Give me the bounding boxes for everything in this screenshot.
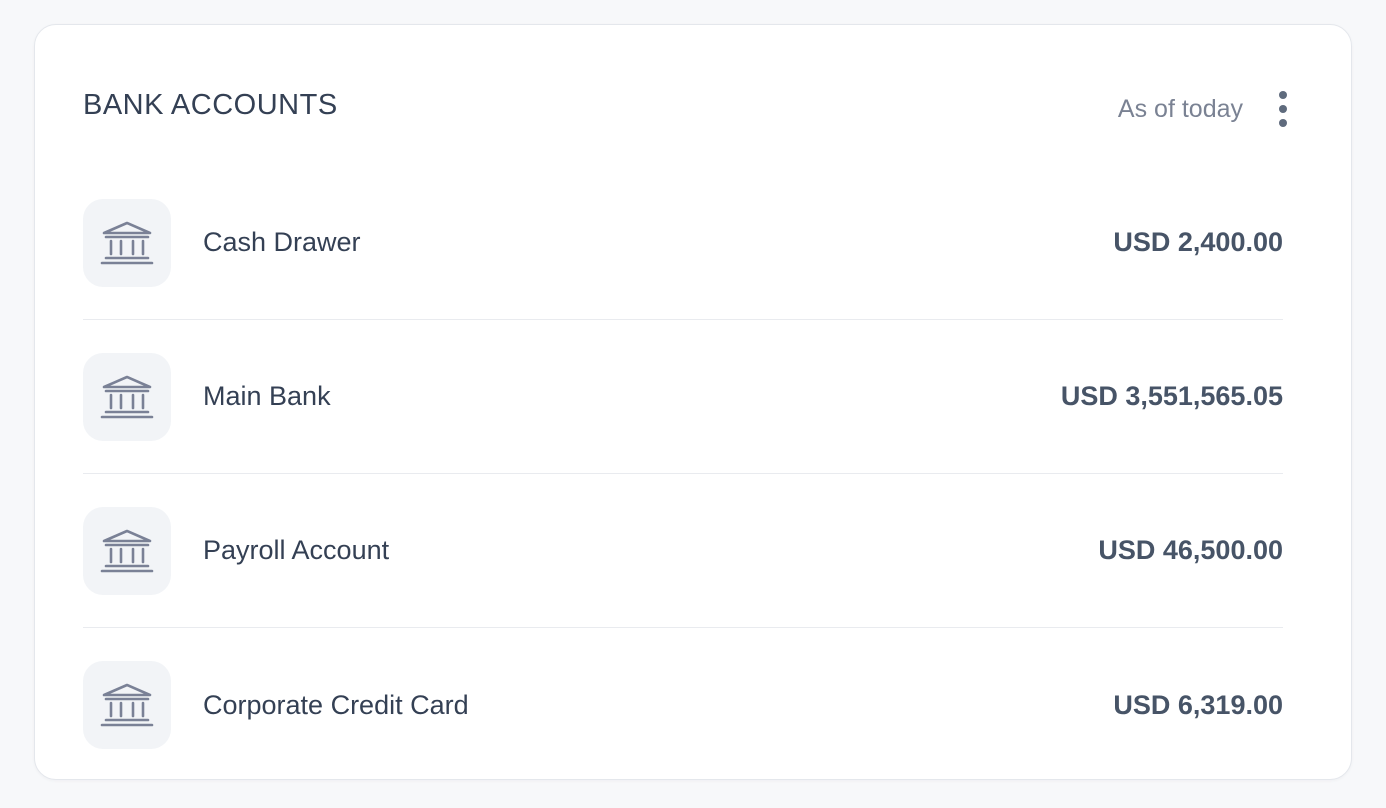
account-balance: USD 3,551,565.05 — [1060, 381, 1283, 411]
account-balance: USD 2,400.00 — [1113, 227, 1283, 257]
account-name: Main Bank — [203, 381, 331, 411]
header-actions: As of today — [1118, 91, 1291, 127]
account-row-corporate-credit-card[interactable]: Corporate Credit Card USD 6,319.00 — [83, 628, 1283, 782]
account-balance: USD 6,319.00 — [1113, 689, 1283, 720]
card-title: BANK ACCOUNTS — [83, 88, 338, 121]
card-header: BANK ACCOUNTS As of today — [83, 83, 1291, 127]
account-row-main-bank[interactable]: Main Bank USD 3,551,565.05 — [83, 320, 1283, 474]
account-name: Payroll Account — [203, 535, 390, 565]
account-name: Cash Drawer — [203, 227, 361, 257]
account-balance: USD 46,500.00 — [1098, 535, 1283, 565]
account-row-payroll-account[interactable]: Payroll Account USD 46,500.00 — [83, 474, 1283, 628]
menu-dot — [1279, 119, 1287, 127]
bank-accounts-card: BANK ACCOUNTS As of today Cash Drawer US… — [34, 24, 1352, 780]
bank-icon — [83, 661, 171, 749]
account-row-cash-drawer[interactable]: Cash Drawer USD 2,400.00 — [83, 166, 1283, 320]
kebab-menu-icon[interactable] — [1275, 91, 1291, 127]
menu-dot — [1279, 91, 1287, 99]
account-name: Corporate Credit Card — [203, 689, 469, 720]
bank-icon — [83, 506, 171, 595]
bank-icon — [83, 352, 171, 441]
menu-dot — [1279, 105, 1287, 113]
bank-icon — [83, 198, 171, 287]
accounts-list: Cash Drawer USD 2,400.00 Main Bank USD 3… — [83, 166, 1283, 782]
as-of-label: As of today — [1117, 94, 1243, 123]
